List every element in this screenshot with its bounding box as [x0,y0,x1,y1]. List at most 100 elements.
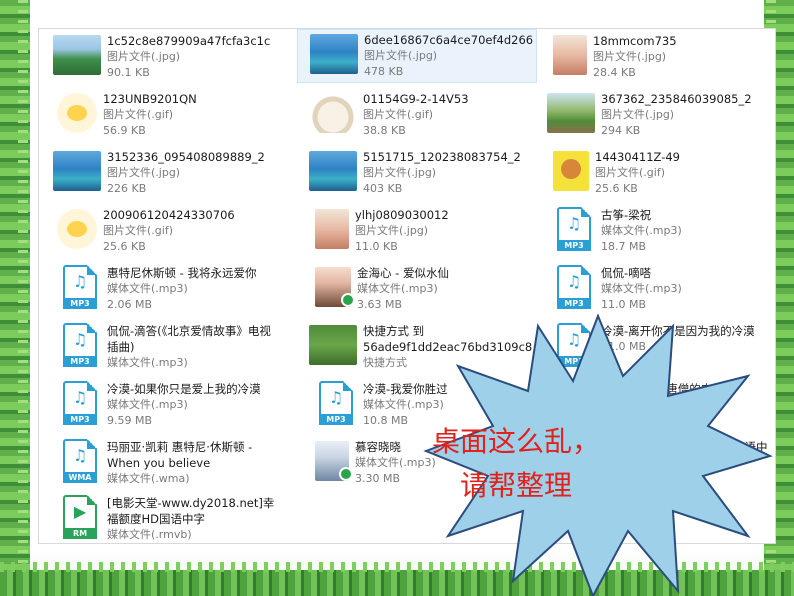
mp3-file-icon: ♫MP3 [63,381,97,425]
media-badge-icon [339,467,353,481]
file-type: 媒体文件(.wma) [107,472,190,485]
cartoon-thumbnail-icon [57,209,97,249]
file-size: 11.0 KB [355,240,398,253]
callout-text: 桌面这么乱， 请帮整理 [400,420,632,508]
file-type: 图片文件(.gif) [103,108,173,121]
rm-file-icon: ▶RM [63,495,97,539]
file-type-tag: MP3 [557,240,591,251]
file-name: 侃侃-嘀嗒 [601,266,652,280]
file-size: 478 KB [364,65,404,78]
lotus-thumbnail-icon [309,325,357,365]
file-name: 金海心 - 爱似水仙 [357,266,449,280]
file-size: 28.4 KB [593,66,636,79]
file-item[interactable]: 5151715_120238083754_2 图片文件(.jpg) 403 KB [297,147,537,199]
lake-thumbnail-icon [309,151,357,191]
cartoon-yellow-thumbnail-icon [553,151,589,191]
file-item[interactable]: 18mmcom735 图片文件(.jpg) 28.4 KB [535,31,775,83]
file-size: 25.6 KB [103,240,146,253]
portrait-thumbnail-icon [553,35,587,75]
file-size: 294 KB [601,124,641,137]
file-name: 冷漠-如果你只是爱上我的冷漠 [107,382,261,396]
file-size: 90.1 KB [107,66,150,79]
file-item[interactable]: ylhj0809030012 图片文件(.jpg) 11.0 KB [297,205,537,257]
file-size: 226 KB [107,182,147,195]
grass-border-left [0,0,30,596]
trees-thumbnail-icon [547,93,595,133]
portrait-thumbnail-icon [315,209,349,249]
lake-thumbnail-icon [53,151,101,191]
mp3-file-icon: ♫MP3 [557,207,591,251]
landscape-thumbnail-icon [53,35,101,75]
file-item[interactable]: ♫ MP3 侃侃-滴答(《北京爱情故事》电视插曲) 媒体文件(.mp3) [41,321,281,373]
file-item[interactable]: 14430411Z-49 图片文件(.gif) 25.6 KB [535,147,775,199]
mp3-file-icon: ♫MP3 [63,323,97,367]
mp3-file-icon: ♫MP3 [557,265,591,309]
file-size: 403 KB [363,182,403,195]
file-name: 18mmcom735 [593,34,677,48]
file-name: 367362_235846039085_2 [601,92,752,106]
file-type: 媒体文件(.mp3) [601,224,682,237]
file-type-tag: WMA [63,472,97,483]
file-size: 2.06 MB [107,298,153,311]
file-type-tag: RM [63,528,97,539]
file-item[interactable]: 01154G9-2-14V53 图片文件(.gif) 38.8 KB [297,89,537,141]
file-type: 媒体文件(.mp3) [601,282,682,295]
lake-thumbnail-icon [310,34,358,74]
person-thumbnail-icon [315,267,355,307]
file-item[interactable]: ♫ WMA 玛丽亚·凯莉 惠特尼·休斯顿 - When you believe 媒… [41,437,281,489]
file-type: 图片文件(.jpg) [593,50,667,63]
file-name: 200906120424330706 [103,208,235,222]
file-type: 图片文件(.gif) [595,166,665,179]
file-item[interactable]: ♫ MP3 冷漠-如果你只是爱上我的冷漠 媒体文件(.mp3) 9.59 MB [41,379,281,431]
file-type: 图片文件(.gif) [103,224,173,237]
file-type: 媒体文件(.rmvb) [107,528,192,541]
file-name: 惠特尼休斯顿 - 我将永远爱你 [107,266,257,280]
mp3-file-icon: ♫MP3 [319,381,353,425]
file-name: 侃侃-滴答(《北京爱情故事》电视插曲) [107,324,271,354]
file-name: [电影天堂-www.dy2018.net]幸福额度HD国语中字 [107,496,275,526]
file-name: 玛丽亚·凯莉 惠特尼·休斯顿 - When you believe [107,440,253,470]
callout-line-1: 桌面这么乱， [431,425,600,458]
cartoon-thumbnail-icon [57,93,97,133]
wma-file-icon: ♫ WMA [63,439,97,483]
file-type: 图片文件(.jpg) [364,49,438,62]
file-type: 图片文件(.jpg) [107,166,181,179]
file-name: 14430411Z-49 [595,150,680,164]
file-size: 38.8 KB [363,124,406,137]
file-type: 图片文件(.jpg) [601,108,675,121]
callout-line-2: 请帮整理 [459,469,572,502]
file-item[interactable]: ♫ MP3 惠特尼休斯顿 - 我将永远爱你 媒体文件(.mp3) 2.06 MB [41,263,281,315]
file-type-tag: MP3 [63,298,97,309]
file-item[interactable]: ▶ RM [电影天堂-www.dy2018.net]幸福额度HD国语中字 媒体文件… [41,493,281,543]
file-size: 56.9 KB [103,124,146,137]
file-item[interactable]: 3152336_095408089889_2 图片文件(.jpg) 226 KB [41,147,281,199]
file-item[interactable]: 1c52c8e879909a47fcfa3c1c 图片文件(.jpg) 90.1… [41,31,281,83]
file-type-tag: MP3 [63,356,97,367]
file-item[interactable]: ♫ MP3 古筝-梁祝 媒体文件(.mp3) 18.7 MB [535,205,775,257]
file-size: 9.59 MB [107,414,153,427]
mp3-file-icon: ♫MP3 [63,265,97,309]
file-item[interactable]: 200906120424330706 图片文件(.gif) 25.6 KB [41,205,281,257]
file-name: 1c52c8e879909a47fcfa3c1c [107,34,271,48]
file-name: 01154G9-2-14V53 [363,92,469,106]
file-name: 古筝-梁祝 [601,208,652,222]
file-type: 媒体文件(.mp3) [107,282,188,295]
file-size: 25.6 KB [595,182,638,195]
file-type: 图片文件(.jpg) [363,166,437,179]
file-type: 图片文件(.jpg) [355,224,429,237]
file-type: 媒体文件(.mp3) [107,356,188,369]
file-type: 媒体文件(.mp3) [357,282,438,295]
file-type-tag: MP3 [63,414,97,425]
file-name: 6dee16867c6a4ce70ef4d266 [364,33,534,47]
file-name: 5151715_120238083754_2 [363,150,521,164]
file-item-selected[interactable]: 6dee16867c6a4ce70ef4d266 图片文件(.jpg) 478 … [297,29,537,83]
file-item[interactable]: 367362_235846039085_2 图片文件(.jpg) 294 KB [535,89,775,141]
media-badge-icon [341,293,355,307]
file-type: 媒体文件(.mp3) [107,398,188,411]
file-name: 123UNB9201QN [103,92,197,106]
file-item[interactable]: 123UNB9201QN 图片文件(.gif) 56.9 KB [41,89,281,141]
file-type-tag: MP3 [319,414,353,425]
file-type: 图片文件(.jpg) [107,50,181,63]
girl-thumbnail-icon [315,441,353,481]
file-type: 图片文件(.gif) [363,108,433,121]
